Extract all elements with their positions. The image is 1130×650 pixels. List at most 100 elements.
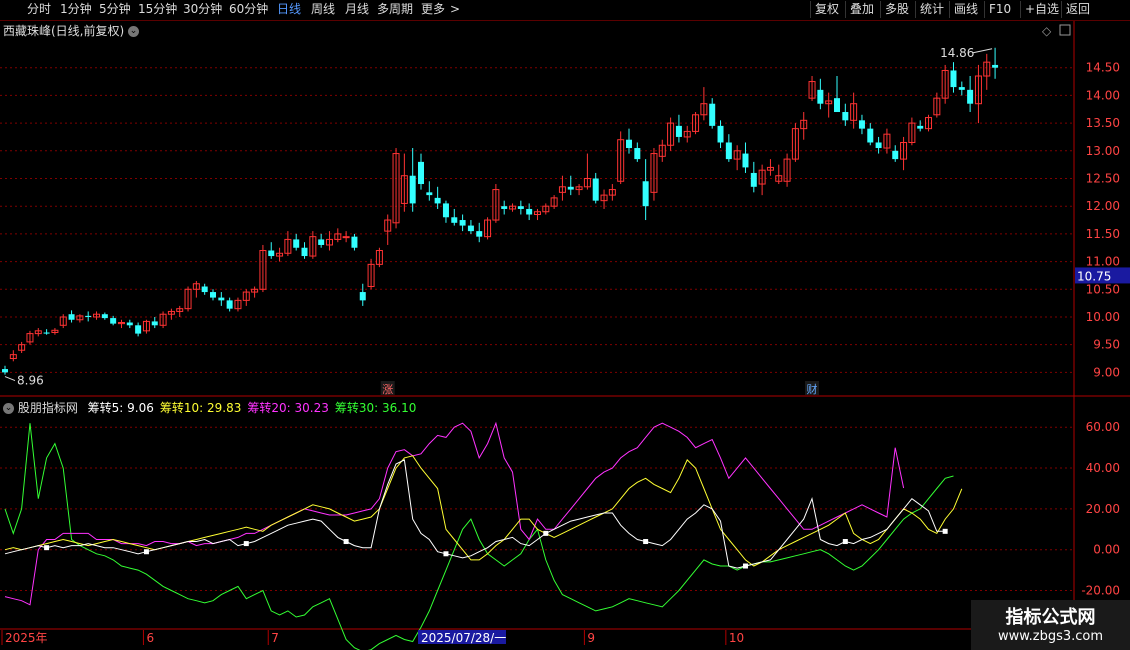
candle-body-down: [418, 161, 424, 185]
series-marker: [842, 539, 848, 545]
candle-body-down: [351, 236, 358, 248]
candle-body-down: [2, 369, 8, 373]
main-chart-title: 西藏珠峰(日线,前复权) ⌄: [3, 22, 140, 39]
indicator-title-row: ⌄ 股朋指标网 筹转5: 9.06 筹转10: 29.83 筹转20: 30.23 筹…: [3, 399, 416, 416]
candle-body-down: [110, 318, 117, 324]
candle-body-down: [892, 150, 899, 160]
candle-body-down: [626, 139, 632, 149]
candle-body-down: [501, 206, 508, 209]
x-tick-label-0: 2025年: [5, 631, 48, 645]
candle-body-down: [875, 142, 882, 149]
price-tick-label: 14.00: [1086, 88, 1120, 102]
candle-body-down: [592, 178, 599, 201]
candle-body-down: [834, 98, 840, 113]
candle-body-down: [409, 175, 416, 204]
price-tick-label: 9.00: [1093, 365, 1120, 379]
price-tick-label: 13.50: [1086, 116, 1120, 130]
x-tick-label-1: 6: [146, 631, 154, 645]
chevron-down-icon[interactable]: ⌄: [128, 26, 140, 37]
candle-body-down: [451, 217, 458, 223]
candle-body-down: [992, 64, 999, 68]
candle-body-down: [517, 206, 524, 209]
candle-body-down: [709, 103, 716, 126]
candle-body-down: [567, 186, 574, 190]
candle-body-up: [342, 236, 350, 239]
x-tick-label-4: 9: [587, 631, 595, 645]
event-marker-1: 财: [807, 382, 818, 396]
watermark-line1: 指标公式网: [1005, 607, 1096, 628]
candle-body-down: [101, 314, 108, 319]
series-marker: [543, 530, 549, 536]
x-tick-label-2: 7: [271, 631, 279, 645]
indicator-tick-label: 20.00: [1086, 502, 1120, 516]
candle-body-down: [950, 70, 957, 88]
candle-body-down: [85, 315, 92, 317]
legend-entry-1: 筹转10: 29.83: [159, 401, 242, 415]
price-tick-label: 11.00: [1086, 255, 1120, 269]
candle-body-down: [459, 220, 466, 226]
candle-body-down: [634, 148, 641, 160]
candle-body-down: [858, 120, 865, 129]
legend-entry-0: 筹转5: 9.06: [87, 401, 154, 415]
price-tick-label: 10.50: [1086, 282, 1120, 296]
panel-toggle-icon: [1059, 24, 1071, 36]
candle-body-down: [867, 128, 874, 143]
candle-body-down: [318, 239, 325, 245]
series-marker: [343, 539, 349, 545]
series-marker: [44, 545, 50, 551]
candle-body-down: [817, 89, 824, 104]
candle-body-down: [210, 292, 216, 298]
indicator-tick-label: -20.00: [1081, 584, 1120, 598]
candle-body-down: [742, 153, 749, 168]
series-marker: [942, 528, 948, 534]
series-marker: [742, 563, 748, 569]
high-arrow: [972, 48, 993, 54]
watermark: 指标公式网 www.zbgs3.com: [971, 600, 1130, 650]
event-marker-0: 涨: [382, 383, 393, 396]
low-arrow: [4, 376, 16, 382]
series-marker: [443, 551, 449, 557]
candle-body-down: [268, 250, 275, 257]
candle-body-down: [201, 286, 208, 293]
candle-body-down: [642, 181, 649, 207]
price-tick-label: 9.50: [1093, 338, 1120, 352]
x-tick-label-3: 2025/07/28/一: [421, 631, 506, 645]
indicator-tick-label: 40.00: [1086, 461, 1120, 475]
candle-body-down: [467, 225, 474, 232]
candle-body-down: [750, 172, 757, 187]
candle-body-down: [434, 197, 441, 204]
candle-body-down: [717, 125, 724, 143]
low-price-label: 8.96: [17, 374, 44, 388]
x-tick-label-5: 10: [729, 631, 744, 645]
candle-body-down: [68, 314, 75, 320]
candle-body-down: [675, 125, 682, 137]
candle-body-down: [126, 322, 133, 326]
legend-entry-3: 筹转30: 36.10: [334, 401, 417, 415]
price-tick-label: 11.50: [1086, 227, 1120, 241]
series-marker: [143, 549, 149, 555]
price-tick-label: 13.00: [1086, 144, 1120, 158]
price-tick-label: 12.00: [1086, 199, 1120, 213]
candle-body-down: [526, 208, 533, 215]
candle-body-down: [842, 112, 849, 121]
candle-body-down: [226, 300, 233, 309]
high-price-label: 14.86: [940, 46, 974, 60]
candle-body-down: [725, 142, 732, 160]
candle-body-down: [958, 87, 965, 90]
candle-body-down: [359, 292, 366, 301]
candle-body-down: [301, 247, 308, 257]
indicator-legend: 筹转5: 9.06 筹转10: 29.83 筹转20: 30.23 筹转30: 36.…: [82, 401, 417, 415]
legend-entry-2: 筹转20: 30.23: [247, 401, 329, 415]
candle-body-down: [426, 192, 433, 196]
chart-area[interactable]: 9.00 9.50 10.00 10.50 11.00 11.50 12.00 12.50 13…: [0, 0, 1130, 650]
series-marker: [643, 539, 649, 545]
current-price-label: 10.75: [1077, 269, 1111, 283]
diamond-icon: ◇: [1042, 24, 1052, 38]
indicator-title: 股朋指标网: [17, 401, 78, 415]
series-line-2: [4, 421, 905, 606]
candle-body-down: [917, 125, 924, 129]
indicator-tick-label: 60.00: [1086, 420, 1120, 434]
watermark-line2: www.zbgs3.com: [997, 629, 1104, 644]
candle-body-down: [151, 321, 158, 326]
chevron-down-icon[interactable]: ⌄: [3, 403, 14, 414]
